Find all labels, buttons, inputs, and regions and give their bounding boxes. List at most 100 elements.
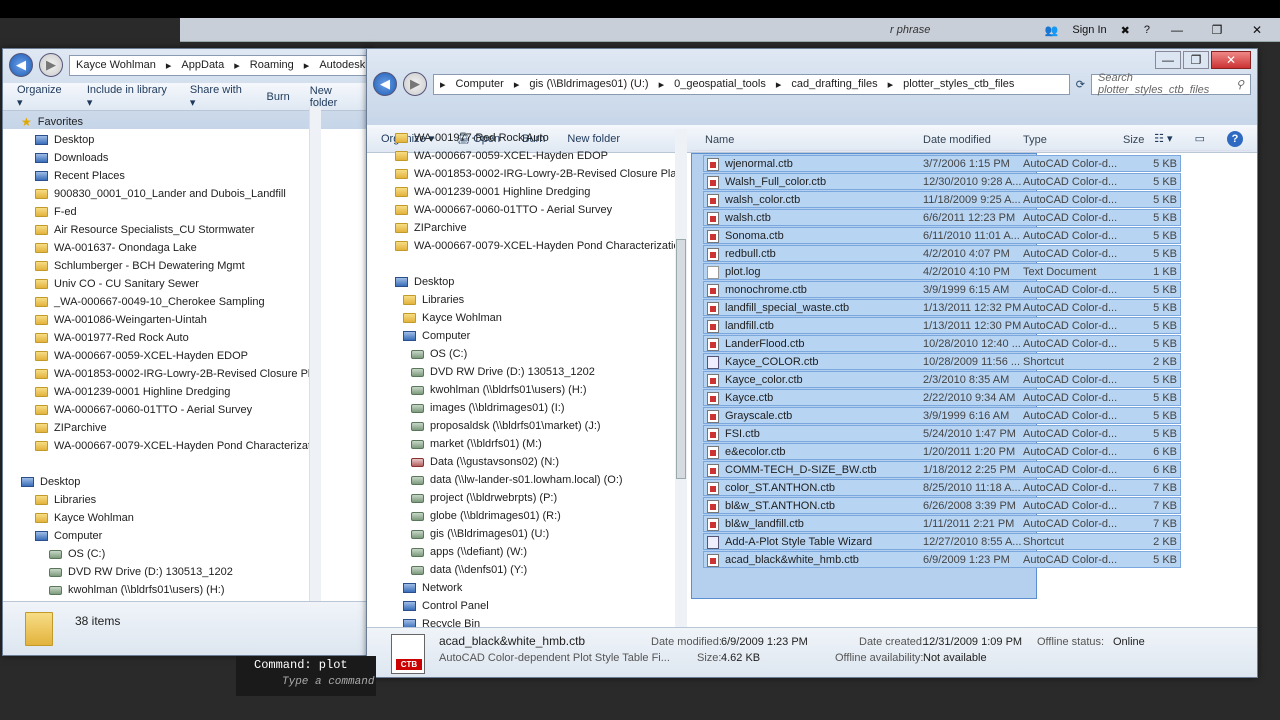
user-icon[interactable]: 👥 (1045, 24, 1059, 37)
nav-tree-item[interactable]: proposaldsk (\\bldrfs01\market) (J:) (411, 417, 601, 435)
file-name[interactable]: LanderFlood.ctb (707, 335, 805, 353)
close-icon[interactable]: ✖ (1121, 24, 1130, 37)
nav-tree-item[interactable]: Data (\\gustavsons02) (N:) (411, 453, 559, 471)
help-icon[interactable]: ? (1144, 24, 1150, 36)
close-button[interactable]: ✕ (1211, 51, 1251, 69)
forward-button[interactable]: ▶ (403, 72, 427, 96)
column-name[interactable]: Name (705, 134, 734, 146)
tree-item[interactable]: DVD RW Drive (D:) 130513_1202 (49, 563, 233, 581)
file-name[interactable]: color_ST.ANTHON.ctb (707, 479, 835, 497)
forward-button[interactable]: ▶ (39, 53, 63, 77)
nav-tree-item[interactable]: project (\\bldrwebrpts) (P:) (411, 489, 557, 507)
favorite-folder[interactable]: F-ed (35, 203, 77, 221)
favorite-folder[interactable]: WA-000667-0059-XCEL-Hayden EDOP (35, 347, 248, 365)
nav-tree-item[interactable]: Libraries (403, 291, 464, 309)
sign-in-link[interactable]: Sign In (1072, 24, 1106, 36)
nav-tree-item[interactable]: images (\\bldrimages01) (I:) (411, 399, 565, 417)
nav-tree-item[interactable]: Desktop (395, 273, 454, 291)
favorite-folder[interactable]: Air Resource Specialists_CU Stormwater (35, 221, 255, 239)
refresh-icon[interactable]: ⟳ (1076, 78, 1085, 91)
favorite-folder[interactable]: ZIParchive (35, 419, 107, 437)
nav-tree-item[interactable]: Kayce Wohlman (403, 309, 502, 327)
nav-folder[interactable]: WA-000667-0059-XCEL-Hayden EDOP (395, 147, 608, 165)
breadcrumb-item[interactable]: Autodesk (319, 59, 365, 71)
file-name[interactable]: bl&w_landfill.ctb (707, 515, 804, 533)
toolbar-button[interactable]: Organize ▾ (17, 84, 67, 109)
breadcrumb-item[interactable]: 0_geospatial_tools (674, 78, 766, 90)
file-name[interactable]: plot.log (707, 263, 760, 281)
toolbar-button[interactable]: New folder (310, 85, 359, 109)
file-name[interactable]: landfill_special_waste.ctb (707, 299, 849, 317)
file-name[interactable]: wjenormal.ctb (707, 155, 793, 173)
nav-folder[interactable]: WA-001977-Red Rock Auto (395, 129, 549, 147)
nav-tree-item[interactable]: Network (403, 579, 462, 597)
breadcrumb-item[interactable]: gis (\\Bldrimages01) (U:) (529, 78, 648, 90)
nav-folder[interactable]: WA-000667-0079-XCEL-Hayden Pond Characte… (395, 237, 675, 255)
nav-tree-item[interactable]: market (\\bldrfs01) (M:) (411, 435, 542, 453)
favorites-header[interactable]: ★ Favorites (21, 113, 83, 131)
favorite-item[interactable]: Desktop (35, 131, 94, 149)
address-bar[interactable]: Kayce Wohlman▸AppData▸Roaming▸Autodesk▸ (69, 54, 367, 76)
tree-item[interactable]: Kayce Wohlman (35, 509, 134, 527)
breadcrumb-item[interactable]: cad_drafting_files (791, 78, 877, 90)
toolbar-button[interactable]: Share with ▾ (190, 84, 247, 109)
file-name[interactable]: walsh_color.ctb (707, 191, 800, 209)
close-button[interactable]: ✕ (1244, 21, 1270, 39)
file-name[interactable]: Kayce.ctb (707, 389, 773, 407)
toolbar-button[interactable]: Include in library ▾ (87, 84, 170, 109)
file-name[interactable]: bl&w_ST.ANTHON.ctb (707, 497, 835, 515)
column-date-modified[interactable]: Date modified (923, 134, 991, 146)
command-prompt[interactable]: Type a command (236, 674, 376, 690)
autocad-command-line[interactable]: Command: plot Type a command (236, 656, 376, 696)
favorite-folder[interactable]: WA-001086-Weingarten-Uintah (35, 311, 207, 329)
breadcrumb-item[interactable]: Kayce Wohlman (76, 59, 156, 71)
favorite-folder[interactable]: WA-001239-0001 Highline Dredging (35, 383, 230, 401)
file-name[interactable]: Walsh_Full_color.ctb (707, 173, 826, 191)
file-name[interactable]: redbull.ctb (707, 245, 776, 263)
breadcrumb-item[interactable]: AppData (181, 59, 224, 71)
favorite-folder[interactable]: 900830_0001_010_Lander and Dubois_Landfi… (35, 185, 286, 203)
file-name[interactable]: Kayce_color.ctb (707, 371, 803, 389)
breadcrumb-item[interactable]: plotter_styles_ctb_files (903, 78, 1014, 90)
favorite-folder[interactable]: WA-001637- Onondaga Lake (35, 239, 197, 257)
maximize-button[interactable]: ❐ (1183, 51, 1209, 69)
nav-tree-item[interactable]: gis (\\Bldrimages01) (U:) (411, 525, 549, 543)
scroll-thumb[interactable] (676, 239, 686, 479)
tree-item[interactable]: Computer (35, 527, 102, 545)
nav-folder[interactable]: WA-000667-0060-01TTO - Aerial Survey (395, 201, 612, 219)
back-button[interactable]: ◀ (9, 53, 33, 77)
scrollbar[interactable] (309, 107, 321, 603)
favorite-folder[interactable]: Univ CO - CU Sanitary Sewer (35, 275, 199, 293)
file-name[interactable]: Add-A-Plot Style Table Wizard (707, 533, 872, 551)
favorite-folder[interactable]: WA-000667-0079-XCEL-Hayden Pond Characte… (35, 437, 311, 455)
nav-folder[interactable]: WA-001853-0002-IRG-Lowry-2B-Revised Clos… (395, 165, 675, 183)
back-button[interactable]: ◀ (373, 72, 397, 96)
tree-item[interactable]: Desktop (21, 473, 80, 491)
column-size[interactable]: Size (1123, 134, 1144, 146)
breadcrumb-item[interactable]: Roaming (250, 59, 294, 71)
favorite-folder[interactable]: WA-001853-0002-IRG-Lowry-2B-Revised Clos… (35, 365, 311, 383)
nav-tree-item[interactable]: OS (C:) (411, 345, 467, 363)
file-name[interactable]: walsh.ctb (707, 209, 771, 227)
file-name[interactable]: e&ecolor.ctb (707, 443, 786, 461)
nav-tree-item[interactable]: Recycle Bin (403, 615, 480, 627)
file-name[interactable]: Kayce_COLOR.ctb (707, 353, 819, 371)
file-name[interactable]: FSI.ctb (707, 425, 760, 443)
favorite-folder[interactable]: _WA-000667-0049-10_Cherokee Sampling (35, 293, 265, 311)
search-input[interactable]: Search plotter_styles_ctb_files ⚲ (1091, 72, 1251, 96)
file-name[interactable]: Sonoma.ctb (707, 227, 784, 245)
nav-tree-item[interactable]: globe (\\bldrimages01) (R:) (411, 507, 561, 525)
tree-item[interactable]: kwohlman (\\bldrfs01\users) (H:) (49, 581, 225, 599)
file-name[interactable]: COMM-TECH_D-SIZE_BW.ctb (707, 461, 877, 479)
file-name[interactable]: Grayscale.ctb (707, 407, 792, 425)
nav-scrollbar[interactable] (675, 129, 687, 627)
nav-tree-item[interactable]: apps (\\defiant) (W:) (411, 543, 527, 561)
maximize-button[interactable]: ❐ (1204, 21, 1230, 39)
favorite-folder[interactable]: WA-000667-0060-01TTO - Aerial Survey (35, 401, 252, 419)
file-name[interactable]: landfill.ctb (707, 317, 774, 335)
nav-tree-item[interactable]: data (\\denfs01) (Y:) (411, 561, 527, 579)
tree-item[interactable]: OS (C:) (49, 545, 105, 563)
nav-tree-item[interactable]: data (\\lw-lander-s01.lowham.local) (O:) (411, 471, 623, 489)
nav-tree-item[interactable]: kwohlman (\\bldrfs01\users) (H:) (411, 381, 587, 399)
minimize-button[interactable]: — (1155, 51, 1181, 69)
